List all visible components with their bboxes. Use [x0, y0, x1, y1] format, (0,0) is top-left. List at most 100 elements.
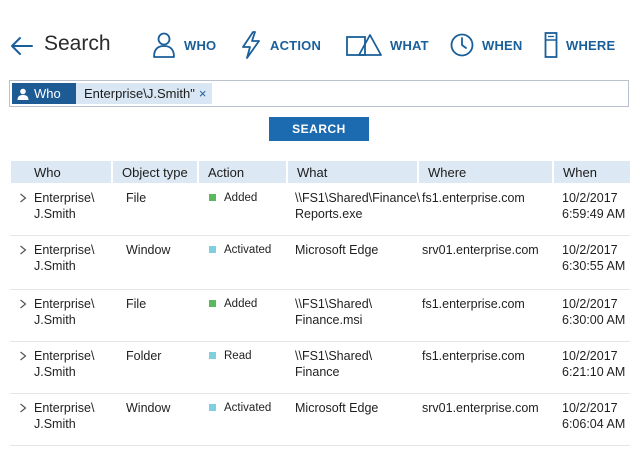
column-header-who[interactable]: Who [11, 161, 111, 183]
table-row[interactable]: Enterprise\ J.Smith File Added \\FS1\Shared\… [10, 184, 630, 236]
cell-object-type: File [126, 191, 147, 205]
cell-who-domain: Enterprise\ [34, 349, 95, 363]
cell-what-line1: \\FS1\Shared\ [295, 297, 373, 311]
cell-what: Microsoft Edge [295, 242, 378, 258]
cell-who-user: J.Smith [34, 313, 76, 327]
cell-when: 10/2/2017 6:06:04 AM [562, 400, 625, 432]
cell-when-time: 6:30:00 AM [562, 313, 626, 327]
nav-who-label: WHO [184, 37, 217, 53]
cell-what-line1: Microsoft Edge [295, 243, 379, 257]
nav-action[interactable]: ACTION [240, 28, 321, 62]
nav-when-label: WHEN [482, 37, 523, 53]
cell-where: fs1.enterprise.com [422, 349, 525, 363]
clock-icon [450, 33, 474, 57]
cell-who-domain: Enterprise\ [34, 297, 95, 311]
cell-action: Activated [224, 244, 272, 256]
nav-where-label: WHERE [566, 37, 616, 53]
expand-caret-icon[interactable] [19, 245, 27, 255]
server-icon [544, 32, 558, 58]
cell-when-date: 10/2/2017 [562, 297, 618, 311]
cell-when-date: 10/2/2017 [562, 243, 618, 257]
table-row[interactable]: Enterprise\ J.Smith Window Activated Microso… [10, 394, 630, 446]
nav-what-label: WHAT [390, 37, 429, 53]
cell-when-time: 6:06:04 AM [562, 417, 626, 431]
column-header-what[interactable]: What [288, 161, 417, 183]
column-header-where[interactable]: Where [419, 161, 552, 183]
cell-what-line1: Microsoft Edge [295, 401, 379, 415]
user-icon [17, 88, 29, 100]
cell-action: Added [224, 192, 258, 204]
cell-when: 10/2/2017 6:21:10 AM [562, 348, 625, 380]
cell-what: \\FS1\Shared\Finance\ Reports.exe [295, 190, 420, 222]
cell-who: Enterprise\ J.Smith [34, 400, 94, 432]
cell-where: fs1.enterprise.com [422, 297, 525, 311]
cell-where: srv01.enterprise.com [422, 243, 539, 257]
cell-who-user: J.Smith [34, 365, 76, 379]
cell-who: Enterprise\ J.Smith [34, 242, 94, 274]
cell-object-type: Folder [126, 349, 162, 363]
cell-what-line1: \\FS1\Shared\Finance\ [295, 191, 421, 205]
cell-who: Enterprise\ J.Smith [34, 296, 94, 328]
column-header-object-type[interactable]: Object type [113, 161, 197, 183]
shapes-icon [346, 34, 382, 56]
action-status-indicator [209, 404, 216, 411]
cell-when: 10/2/2017 6:30:00 AM [562, 296, 625, 328]
cell-what-line2: Finance.msi [295, 313, 363, 327]
cell-action: Added [224, 298, 258, 310]
nav-when[interactable]: WHEN [450, 28, 523, 62]
search-filter-box[interactable]: Who Enterprise\J.Smith" × [9, 80, 629, 107]
cell-when-time: 6:30:55 AM [562, 259, 626, 273]
nav-what[interactable]: WHAT [346, 28, 429, 62]
cell-who-domain: Enterprise\ [34, 191, 95, 205]
cell-who-domain: Enterprise\ [34, 243, 95, 257]
cell-action: Activated [224, 402, 272, 414]
action-status-indicator [209, 194, 216, 201]
action-status-indicator [209, 246, 216, 253]
cell-when-time: 6:21:10 AM [562, 365, 626, 379]
cell-who-user: J.Smith [34, 259, 76, 273]
action-status-indicator [209, 300, 216, 307]
cell-object-type: Window [126, 401, 171, 415]
back-arrow-icon[interactable] [8, 33, 34, 59]
cell-when-date: 10/2/2017 [562, 401, 618, 415]
cell-what: \\FS1\Shared\ Finance.msi [295, 296, 372, 328]
cell-where: fs1.enterprise.com [422, 191, 525, 205]
cell-object-type: File [126, 297, 147, 311]
cell-who-user: J.Smith [34, 207, 76, 221]
column-header-action[interactable]: Action [199, 161, 286, 183]
cell-when: 10/2/2017 6:30:55 AM [562, 242, 625, 274]
filter-chip-value[interactable]: Enterprise\J.Smith" × [76, 83, 213, 104]
filter-chip-label: Who [12, 83, 76, 104]
lightning-icon [242, 31, 260, 59]
cell-object-type: Window [126, 243, 171, 257]
cell-action: Read [224, 350, 252, 362]
cell-what-line2: Reports.exe [295, 207, 363, 221]
cell-where: srv01.enterprise.com [422, 401, 539, 415]
nav-who[interactable]: WHO [152, 28, 216, 62]
cell-what: \\FS1\Shared\ Finance [295, 348, 372, 380]
cell-what: Microsoft Edge [295, 400, 378, 416]
table-row[interactable]: Enterprise\ J.Smith File Added \\FS1\Shared\… [10, 290, 630, 342]
cell-who-user: J.Smith [34, 417, 76, 431]
remove-filter-icon[interactable]: × [199, 86, 207, 101]
cell-when-date: 10/2/2017 [562, 191, 618, 205]
expand-caret-icon[interactable] [19, 351, 27, 361]
nav-action-label: ACTION [270, 37, 322, 53]
user-icon [153, 32, 175, 58]
nav-where[interactable]: WHERE [544, 28, 615, 62]
search-button[interactable]: SEARCH [269, 117, 369, 141]
header: Search WHO ACTION WHAT WHEN WHERE [0, 0, 640, 80]
action-status-indicator [209, 352, 216, 359]
expand-caret-icon[interactable] [19, 193, 27, 203]
cell-what-line1: \\FS1\Shared\ [295, 349, 373, 363]
filter-chip-label-text: Who [34, 86, 61, 101]
table-row[interactable]: Enterprise\ J.Smith Window Activated Microso… [10, 236, 630, 290]
cell-what-line2: Finance [295, 365, 340, 379]
table-row[interactable]: Enterprise\ J.Smith Folder Read \\FS1\Shared… [10, 342, 630, 394]
column-header-when[interactable]: When [554, 161, 630, 183]
cell-who: Enterprise\ J.Smith [34, 190, 94, 222]
expand-caret-icon[interactable] [19, 403, 27, 413]
cell-who: Enterprise\ J.Smith [34, 348, 94, 380]
cell-when-date: 10/2/2017 [562, 349, 618, 363]
expand-caret-icon[interactable] [19, 299, 27, 309]
